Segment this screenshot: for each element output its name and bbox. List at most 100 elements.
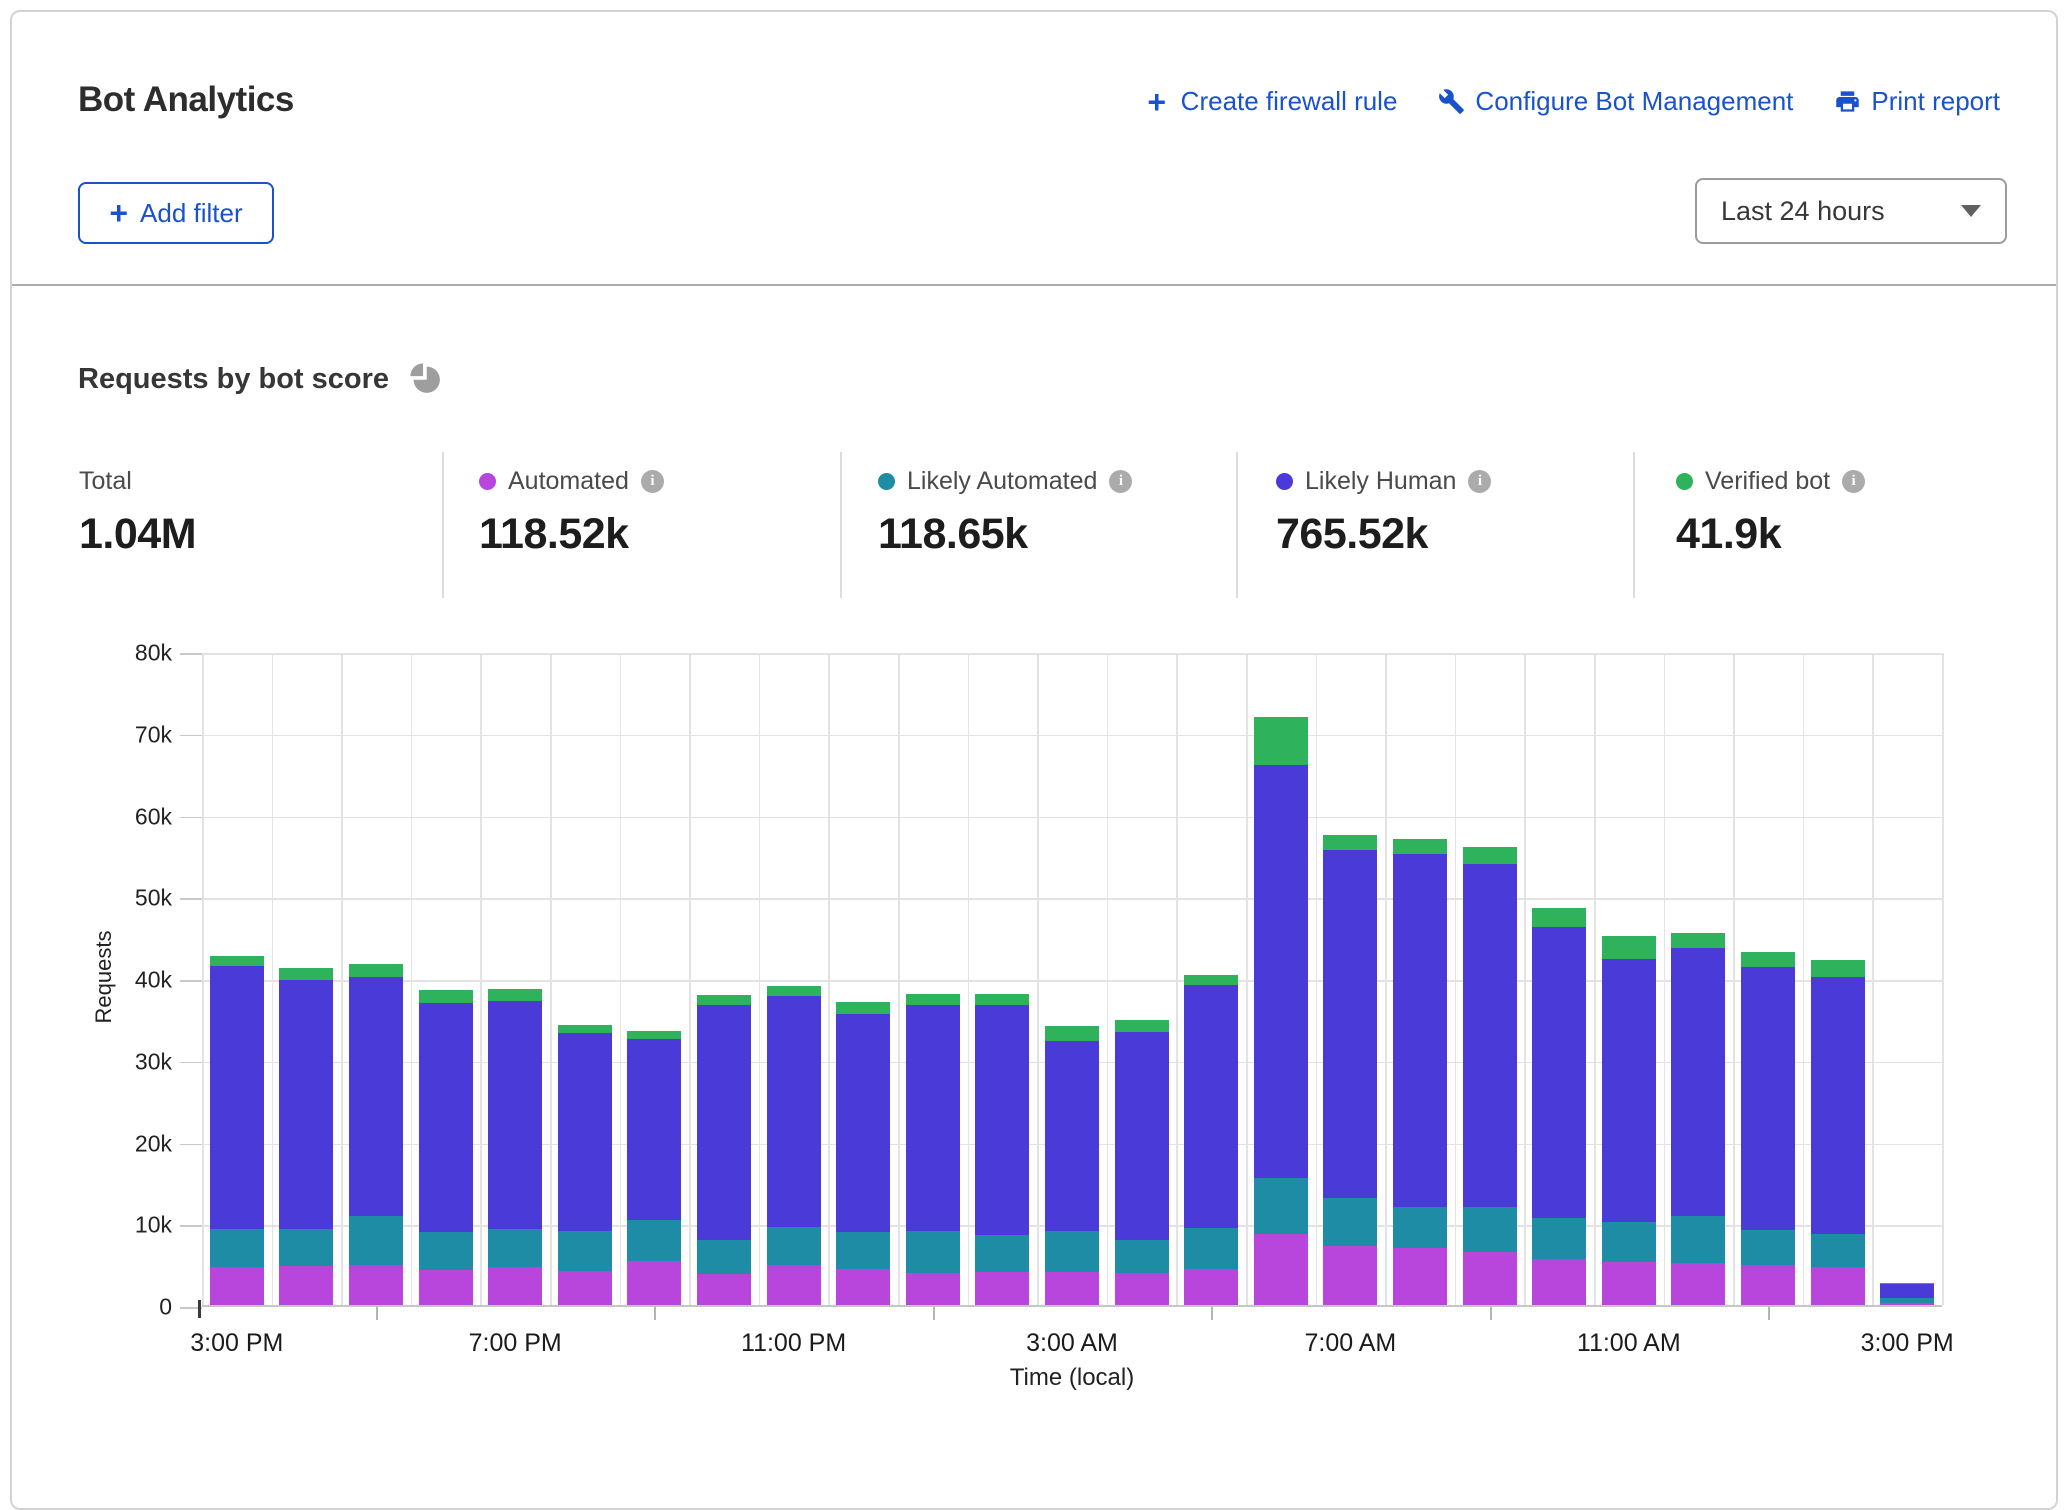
- bar-hour-19[interactable]: [1532, 908, 1586, 1305]
- bar-hour-17[interactable]: [1393, 839, 1447, 1305]
- bar-segment-likely-automated[interactable]: [419, 1232, 473, 1270]
- bar-hour-23[interactable]: [1811, 960, 1865, 1305]
- bar-segment-likely-automated[interactable]: [1045, 1231, 1099, 1272]
- bar-hour-21[interactable]: [1671, 933, 1725, 1305]
- bar-hour-7[interactable]: [697, 995, 751, 1305]
- bar-segment-verified-bot[interactable]: [419, 990, 473, 1003]
- bar-segment-verified-bot[interactable]: [349, 964, 403, 977]
- bar-segment-automated[interactable]: [1532, 1259, 1586, 1305]
- bar-segment-automated[interactable]: [1602, 1262, 1656, 1305]
- bar-segment-verified-bot[interactable]: [1254, 717, 1308, 764]
- info-icon[interactable]: i: [1109, 470, 1132, 493]
- bar-segment-verified-bot[interactable]: [1323, 835, 1377, 851]
- bar-segment-likely-automated[interactable]: [1602, 1222, 1656, 1261]
- bar-segment-likely-automated[interactable]: [349, 1216, 403, 1265]
- bar-segment-verified-bot[interactable]: [1393, 839, 1447, 854]
- bar-hour-16[interactable]: [1323, 835, 1377, 1305]
- bar-segment-likely-human[interactable]: [1463, 864, 1517, 1207]
- bar-segment-likely-automated[interactable]: [1323, 1198, 1377, 1246]
- bar-segment-verified-bot[interactable]: [836, 1002, 890, 1014]
- bar-segment-verified-bot[interactable]: [975, 994, 1029, 1005]
- info-icon[interactable]: i: [641, 470, 664, 493]
- bar-segment-likely-automated[interactable]: [488, 1229, 542, 1267]
- bar-segment-automated[interactable]: [1463, 1252, 1517, 1305]
- bar-segment-automated[interactable]: [279, 1266, 333, 1305]
- bar-segment-likely-automated[interactable]: [627, 1220, 681, 1261]
- bar-segment-automated[interactable]: [767, 1265, 821, 1305]
- bar-segment-likely-human[interactable]: [1184, 985, 1238, 1228]
- time-range-select[interactable]: Last 24 hours: [1695, 178, 2007, 244]
- bar-segment-likely-automated[interactable]: [836, 1232, 890, 1269]
- create-firewall-rule-link[interactable]: +Create firewall rule: [1143, 86, 1398, 117]
- bar-hour-13[interactable]: [1115, 1020, 1169, 1305]
- bar-segment-verified-bot[interactable]: [488, 989, 542, 1001]
- bar-hour-20[interactable]: [1602, 936, 1656, 1305]
- bar-hour-8[interactable]: [767, 986, 821, 1305]
- bar-segment-likely-human[interactable]: [1602, 959, 1656, 1222]
- bar-hour-3[interactable]: [419, 990, 473, 1305]
- bar-segment-automated[interactable]: [836, 1269, 890, 1305]
- bar-segment-verified-bot[interactable]: [210, 956, 264, 966]
- bar-segment-likely-human[interactable]: [488, 1001, 542, 1229]
- bar-segment-likely-human[interactable]: [627, 1039, 681, 1220]
- bar-segment-likely-automated[interactable]: [279, 1229, 333, 1266]
- bar-segment-likely-automated[interactable]: [1811, 1234, 1865, 1267]
- bar-segment-likely-automated[interactable]: [1463, 1207, 1517, 1252]
- bar-hour-11[interactable]: [975, 994, 1029, 1305]
- bar-hour-6[interactable]: [627, 1031, 681, 1305]
- bar-segment-automated[interactable]: [975, 1272, 1029, 1305]
- bar-segment-verified-bot[interactable]: [1671, 933, 1725, 948]
- bar-hour-0[interactable]: [210, 956, 264, 1305]
- bar-hour-12[interactable]: [1045, 1026, 1099, 1305]
- bar-segment-verified-bot[interactable]: [1602, 936, 1656, 959]
- bar-segment-automated[interactable]: [419, 1270, 473, 1305]
- bar-segment-automated[interactable]: [1184, 1269, 1238, 1305]
- bar-hour-24[interactable]: [1880, 1283, 1934, 1305]
- bar-segment-likely-human[interactable]: [1880, 1284, 1934, 1299]
- bar-segment-likely-human[interactable]: [210, 966, 264, 1229]
- bar-segment-likely-automated[interactable]: [1532, 1218, 1586, 1259]
- bar-segment-automated[interactable]: [1323, 1246, 1377, 1305]
- bar-segment-verified-bot[interactable]: [558, 1025, 612, 1033]
- bar-segment-likely-automated[interactable]: [1254, 1178, 1308, 1234]
- bar-segment-verified-bot[interactable]: [1532, 908, 1586, 927]
- bar-segment-verified-bot[interactable]: [697, 995, 751, 1005]
- bar-segment-likely-human[interactable]: [558, 1033, 612, 1232]
- bar-hour-10[interactable]: [906, 994, 960, 1305]
- print-report-link[interactable]: Print report: [1833, 86, 2000, 117]
- bar-segment-likely-automated[interactable]: [1184, 1228, 1238, 1269]
- bar-segment-likely-automated[interactable]: [1741, 1230, 1795, 1265]
- add-filter-button[interactable]: + Add filter: [78, 182, 274, 244]
- info-icon[interactable]: i: [1468, 470, 1491, 493]
- bar-segment-verified-bot[interactable]: [1463, 847, 1517, 863]
- bar-hour-5[interactable]: [558, 1025, 612, 1305]
- bar-segment-likely-human[interactable]: [1671, 948, 1725, 1216]
- bar-segment-likely-human[interactable]: [697, 1005, 751, 1240]
- bar-segment-likely-human[interactable]: [1254, 765, 1308, 1179]
- bar-hour-2[interactable]: [349, 964, 403, 1305]
- bar-segment-automated[interactable]: [697, 1274, 751, 1305]
- bar-segment-likely-human[interactable]: [975, 1005, 1029, 1235]
- bar-hour-9[interactable]: [836, 1002, 890, 1305]
- bar-segment-likely-human[interactable]: [767, 996, 821, 1227]
- bar-segment-likely-human[interactable]: [349, 977, 403, 1216]
- bar-segment-automated[interactable]: [349, 1265, 403, 1305]
- configure-bot-management-link[interactable]: Configure Bot Management: [1437, 86, 1793, 117]
- bar-segment-likely-automated[interactable]: [558, 1231, 612, 1270]
- bar-segment-likely-human[interactable]: [1811, 977, 1865, 1234]
- bar-segment-automated[interactable]: [1880, 1303, 1934, 1305]
- bar-segment-automated[interactable]: [1393, 1248, 1447, 1305]
- bar-segment-verified-bot[interactable]: [1741, 952, 1795, 967]
- info-icon[interactable]: i: [1842, 470, 1865, 493]
- bar-segment-likely-human[interactable]: [1045, 1041, 1099, 1231]
- bar-segment-automated[interactable]: [1254, 1234, 1308, 1305]
- bar-segment-likely-automated[interactable]: [697, 1240, 751, 1274]
- bar-segment-automated[interactable]: [1115, 1273, 1169, 1305]
- bar-segment-likely-automated[interactable]: [975, 1235, 1029, 1273]
- bar-segment-likely-automated[interactable]: [1880, 1298, 1934, 1302]
- bar-segment-automated[interactable]: [1741, 1265, 1795, 1305]
- bar-hour-18[interactable]: [1463, 847, 1517, 1305]
- bar-segment-likely-human[interactable]: [419, 1003, 473, 1232]
- bar-segment-automated[interactable]: [1671, 1263, 1725, 1305]
- bar-segment-likely-automated[interactable]: [906, 1231, 960, 1274]
